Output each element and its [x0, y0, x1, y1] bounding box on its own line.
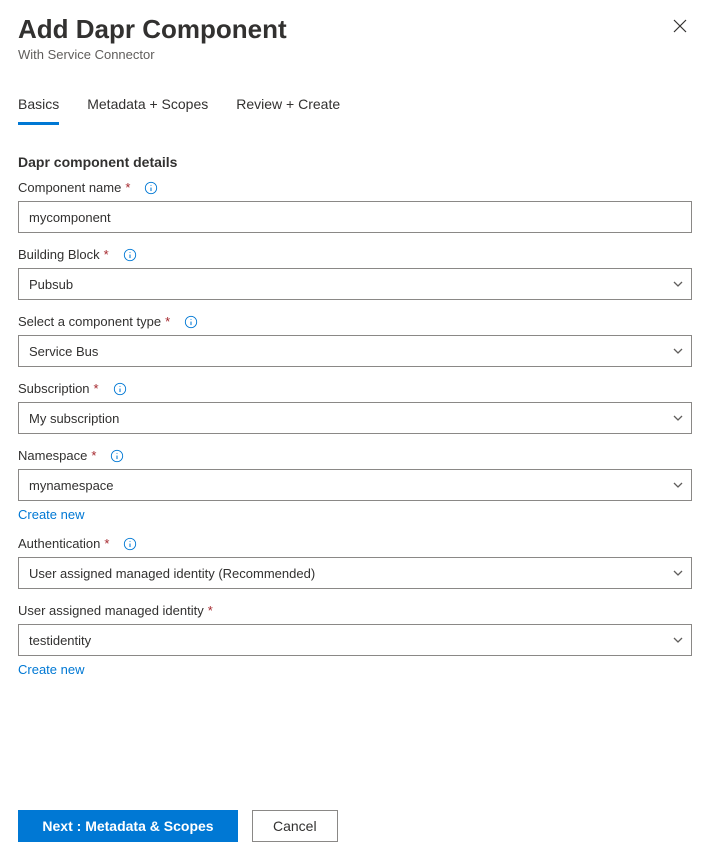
- subscription-select[interactable]: My subscription: [18, 402, 692, 434]
- create-new-identity-link[interactable]: Create new: [18, 662, 84, 677]
- authentication-label: Authentication: [18, 536, 100, 551]
- info-icon[interactable]: [123, 537, 137, 551]
- section-title: Dapr component details: [18, 154, 692, 170]
- info-icon[interactable]: [144, 181, 158, 195]
- tab-review-create[interactable]: Review + Create: [236, 90, 340, 125]
- tab-basics[interactable]: Basics: [18, 90, 59, 125]
- building-block-label: Building Block: [18, 247, 100, 262]
- tab-metadata-scopes[interactable]: Metadata + Scopes: [87, 90, 208, 125]
- page-subtitle: With Service Connector: [18, 47, 287, 62]
- info-icon[interactable]: [113, 382, 127, 396]
- required-marker: *: [125, 180, 130, 195]
- tabs: Basics Metadata + Scopes Review + Create: [18, 90, 692, 126]
- required-marker: *: [104, 536, 109, 551]
- page-title: Add Dapr Component: [18, 14, 287, 45]
- required-marker: *: [208, 603, 213, 618]
- required-marker: *: [91, 448, 96, 463]
- namespace-label: Namespace: [18, 448, 87, 463]
- required-marker: *: [94, 381, 99, 396]
- identity-select[interactable]: testidentity: [18, 624, 692, 656]
- authentication-select[interactable]: User assigned managed identity (Recommen…: [18, 557, 692, 589]
- namespace-select[interactable]: mynamespace: [18, 469, 692, 501]
- building-block-select[interactable]: Pubsub: [18, 268, 692, 300]
- info-icon[interactable]: [110, 449, 124, 463]
- component-name-input[interactable]: [18, 201, 692, 233]
- close-button[interactable]: [668, 14, 692, 41]
- component-name-label: Component name: [18, 180, 121, 195]
- required-marker: *: [104, 247, 109, 262]
- create-new-namespace-link[interactable]: Create new: [18, 507, 84, 522]
- cancel-button[interactable]: Cancel: [252, 810, 338, 842]
- close-icon: [672, 22, 688, 37]
- identity-label: User assigned managed identity: [18, 603, 204, 618]
- subscription-label: Subscription: [18, 381, 90, 396]
- info-icon[interactable]: [184, 315, 198, 329]
- next-button[interactable]: Next : Metadata & Scopes: [18, 810, 238, 842]
- component-type-select[interactable]: Service Bus: [18, 335, 692, 367]
- info-icon[interactable]: [123, 248, 137, 262]
- component-type-label: Select a component type: [18, 314, 161, 329]
- required-marker: *: [165, 314, 170, 329]
